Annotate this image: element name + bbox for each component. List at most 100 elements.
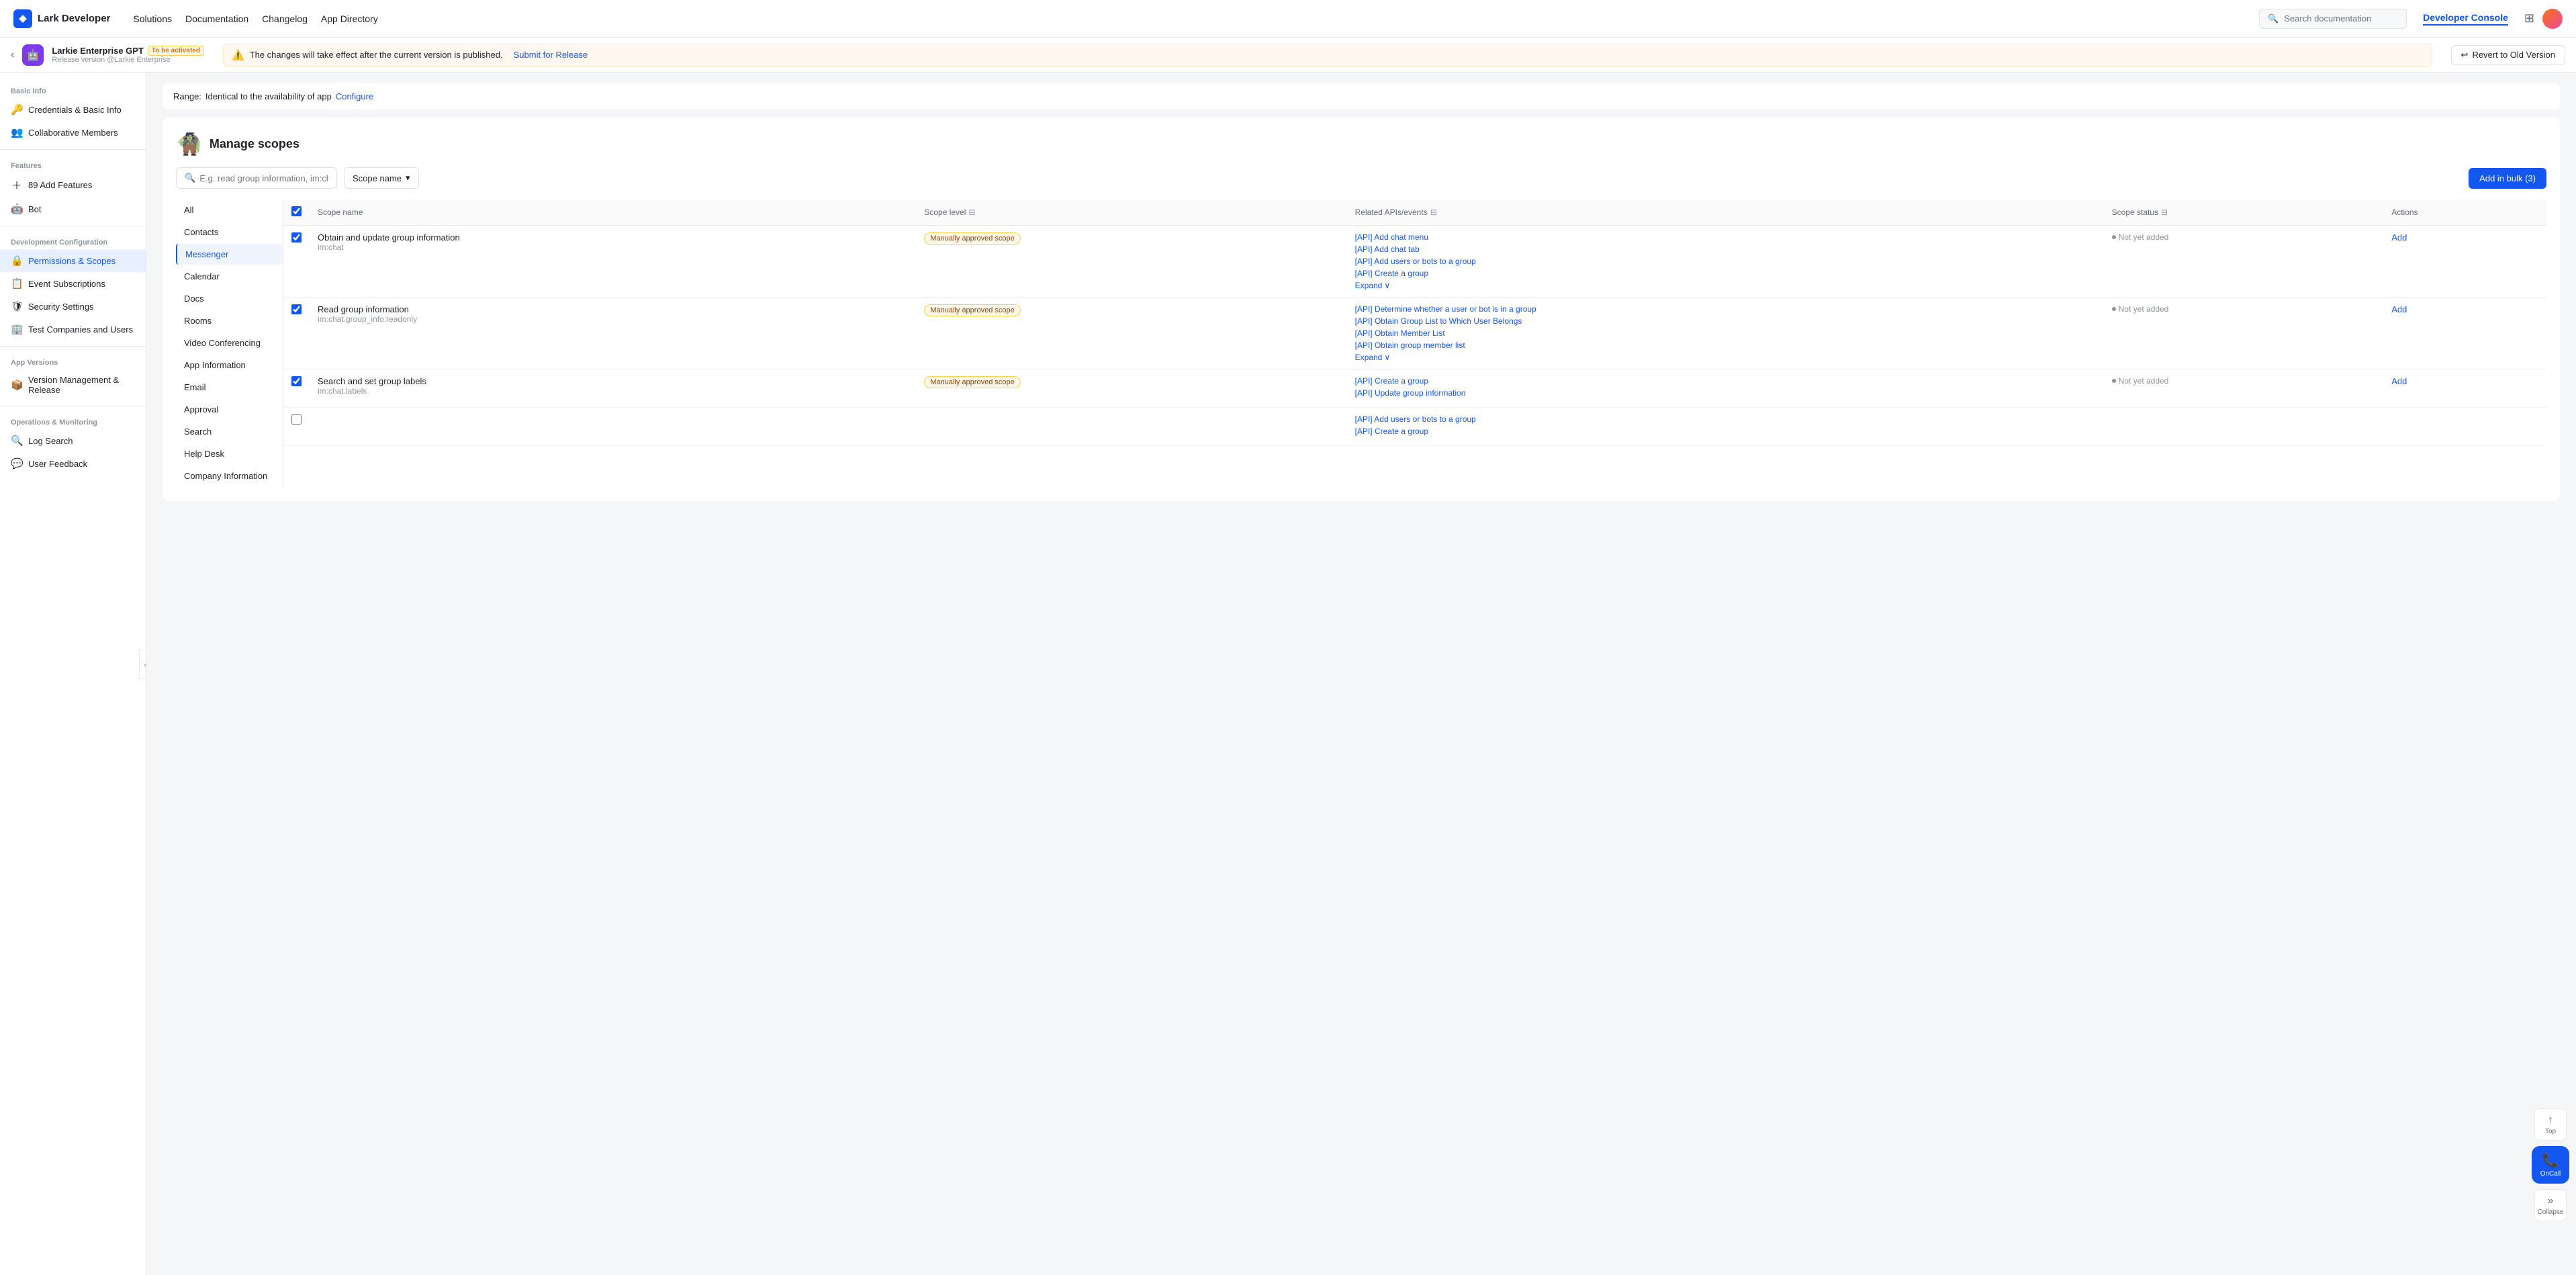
cat-calendar[interactable]: Calendar bbox=[176, 266, 283, 287]
add-bulk-button[interactable]: Add in bulk (3) bbox=[2469, 168, 2546, 189]
row3-api-1[interactable]: [API] Update group information bbox=[1355, 388, 2096, 398]
cat-video-conf[interactable]: Video Conferencing bbox=[176, 333, 283, 353]
row1-api-1[interactable]: [API] Add chat tab bbox=[1355, 245, 2096, 254]
select-all-checkbox[interactable] bbox=[291, 206, 302, 216]
row3-api-0[interactable]: [API] Create a group bbox=[1355, 376, 2096, 386]
row2-api-0[interactable]: [API] Determine whether a user or bot is… bbox=[1355, 304, 2096, 314]
revert-label: Revert to Old Version bbox=[2472, 50, 2555, 60]
row4-api-0[interactable]: [API] Add users or bots to a group bbox=[1355, 414, 2096, 424]
row1-add-link[interactable]: Add bbox=[2391, 232, 2407, 243]
search-input[interactable] bbox=[2284, 13, 2398, 24]
sidebar-item-security[interactable]: 🛡 Security Settings bbox=[0, 295, 146, 318]
row1-scope-level: Manually approved scope bbox=[916, 226, 1346, 298]
cat-company[interactable]: Company Information bbox=[176, 466, 283, 486]
row2-expand-link[interactable]: Expand ∨ bbox=[1355, 353, 2096, 362]
back-button[interactable]: ‹ bbox=[11, 49, 14, 61]
row1-checkbox[interactable] bbox=[291, 232, 302, 243]
sidebar-item-event-sub[interactable]: 📋 Event Subscriptions bbox=[0, 272, 146, 295]
sidebar-item-add-features[interactable]: ＋ 89 Add Features bbox=[0, 173, 146, 197]
revert-button[interactable]: ↩ Revert to Old Version bbox=[2451, 45, 2565, 65]
row2-api-2[interactable]: [API] Obtain Member List bbox=[1355, 328, 2096, 338]
row1-expand-link[interactable]: Expand ∨ bbox=[1355, 281, 2096, 290]
scope-controls: 🔍 Scope name ▾ Add in bulk (3) bbox=[176, 167, 2546, 189]
configure-link[interactable]: Configure bbox=[336, 91, 373, 101]
row1-status: Not yet added bbox=[2104, 226, 2384, 298]
sidebar-collapse-button[interactable]: « bbox=[139, 650, 146, 679]
table-row: Read group information im:chat.group_inf… bbox=[283, 298, 2546, 369]
row2-api-3[interactable]: [API] Obtain group member list bbox=[1355, 341, 2096, 350]
row1-api-2[interactable]: [API] Add users or bots to a group bbox=[1355, 257, 2096, 266]
collapse-button[interactable]: » Collapse bbox=[2534, 1189, 2567, 1221]
sidebar-item-log-search[interactable]: 🔍 Log Search bbox=[0, 429, 146, 452]
nav-documentation[interactable]: Documentation bbox=[185, 13, 248, 24]
sidebar-divider-3 bbox=[0, 346, 146, 347]
row2-checkbox[interactable] bbox=[291, 304, 302, 314]
th-actions: Actions bbox=[2383, 200, 2546, 226]
app-info: Larkie Enterprise GPT To be activated Re… bbox=[52, 46, 204, 64]
sidebar-item-user-feedback[interactable]: 💬 User Feedback bbox=[0, 452, 146, 475]
cat-approval[interactable]: Approval bbox=[176, 399, 283, 420]
row4-checkbox[interactable] bbox=[291, 414, 302, 425]
th-scope-level: Scope level ⊟ bbox=[916, 200, 1346, 226]
scope-header: 🧌 Manage scopes bbox=[176, 131, 2546, 157]
grid-icon[interactable]: ⊞ bbox=[2524, 11, 2534, 26]
row3-add-link[interactable]: Add bbox=[2391, 376, 2407, 386]
row3-scope-level: Manually approved scope bbox=[916, 369, 1346, 408]
table-row: Obtain and update group information im:c… bbox=[283, 226, 2546, 298]
scope-body: All Contacts Messenger Calendar Docs Roo… bbox=[176, 200, 2546, 488]
row1-api-3[interactable]: [API] Create a group bbox=[1355, 269, 2096, 278]
row1-api-0[interactable]: [API] Add chat menu bbox=[1355, 232, 2096, 242]
on-call-button[interactable]: 📞 OnCall bbox=[2532, 1146, 2569, 1184]
category-list: All Contacts Messenger Calendar Docs Roo… bbox=[176, 200, 283, 488]
row2-add-link[interactable]: Add bbox=[2391, 304, 2407, 314]
cat-email[interactable]: Email bbox=[176, 377, 283, 398]
logo-text: Lark Developer bbox=[38, 13, 110, 24]
row1-manually-badge: Manually approved scope bbox=[924, 232, 1020, 245]
scope-status-filter-icon[interactable]: ⊟ bbox=[2161, 208, 2168, 217]
row3-checkbox[interactable] bbox=[291, 376, 302, 386]
scope-search-box[interactable]: 🔍 bbox=[176, 167, 337, 189]
cat-contacts[interactable]: Contacts bbox=[176, 222, 283, 243]
row1-scope-name-cell: Obtain and update group information im:c… bbox=[310, 226, 916, 298]
cat-helpdesk[interactable]: Help Desk bbox=[176, 443, 283, 464]
cat-search[interactable]: Search bbox=[176, 421, 283, 442]
credentials-label: Credentials & Basic Info bbox=[28, 105, 122, 115]
logo[interactable]: Lark Developer bbox=[13, 9, 110, 28]
submit-for-release-link[interactable]: Submit for Release bbox=[514, 50, 588, 60]
version-mgmt-label: Version Management & Release bbox=[28, 375, 135, 395]
row4-scope-level bbox=[916, 408, 1346, 446]
nav-solutions[interactable]: Solutions bbox=[133, 13, 172, 24]
sidebar-item-test-companies[interactable]: 🏢 Test Companies and Users bbox=[0, 318, 146, 341]
cat-all[interactable]: All bbox=[176, 200, 283, 220]
row4-api-1[interactable]: [API] Create a group bbox=[1355, 427, 2096, 436]
scope-search-input[interactable] bbox=[199, 173, 328, 183]
row2-api-1[interactable]: [API] Obtain Group List to Which User Be… bbox=[1355, 316, 2096, 326]
scope-filter-button[interactable]: Scope name ▾ bbox=[344, 167, 419, 189]
dev-console-link[interactable]: Developer Console bbox=[2423, 12, 2508, 26]
search-box[interactable]: 🔍 bbox=[2259, 9, 2407, 29]
app-name-row: Larkie Enterprise GPT To be activated bbox=[52, 46, 204, 56]
related-apis-filter-icon[interactable]: ⊟ bbox=[1430, 208, 1437, 217]
cat-docs[interactable]: Docs bbox=[176, 288, 283, 309]
nav-changelog[interactable]: Changelog bbox=[262, 13, 308, 24]
scope-level-filter-icon[interactable]: ⊟ bbox=[968, 208, 975, 217]
sidebar-item-collaborative[interactable]: 👥 Collaborative Members bbox=[0, 121, 146, 144]
revert-icon: ↩ bbox=[2461, 50, 2469, 60]
row1-checkbox-cell bbox=[283, 226, 310, 298]
basic-info-label: Basic info bbox=[0, 81, 146, 98]
scroll-top-button[interactable]: ↑ Top bbox=[2534, 1108, 2567, 1141]
avatar[interactable] bbox=[2542, 9, 2563, 29]
sidebar-item-credentials[interactable]: 🔑 Credentials & Basic Info bbox=[0, 98, 146, 121]
cat-rooms[interactable]: Rooms bbox=[176, 310, 283, 331]
cat-messenger[interactable]: Messenger bbox=[176, 244, 283, 265]
nav-app-directory[interactable]: App Directory bbox=[321, 13, 378, 24]
bot-label: Bot bbox=[28, 204, 42, 214]
app-icon: 🤖 bbox=[22, 44, 44, 66]
permissions-label: Permissions & Scopes bbox=[28, 256, 116, 266]
collapse-icon: » bbox=[2548, 1195, 2554, 1207]
sidebar-item-bot[interactable]: 🤖 Bot bbox=[0, 197, 146, 220]
sidebar-item-version-mgmt[interactable]: 📦 Version Management & Release bbox=[0, 369, 146, 400]
cat-app-info[interactable]: App Information bbox=[176, 355, 283, 376]
row1-apis-cell: [API] Add chat menu [API] Add chat tab [… bbox=[1347, 226, 2104, 298]
sidebar-item-permissions[interactable]: 🔒 Permissions & Scopes bbox=[0, 249, 146, 272]
